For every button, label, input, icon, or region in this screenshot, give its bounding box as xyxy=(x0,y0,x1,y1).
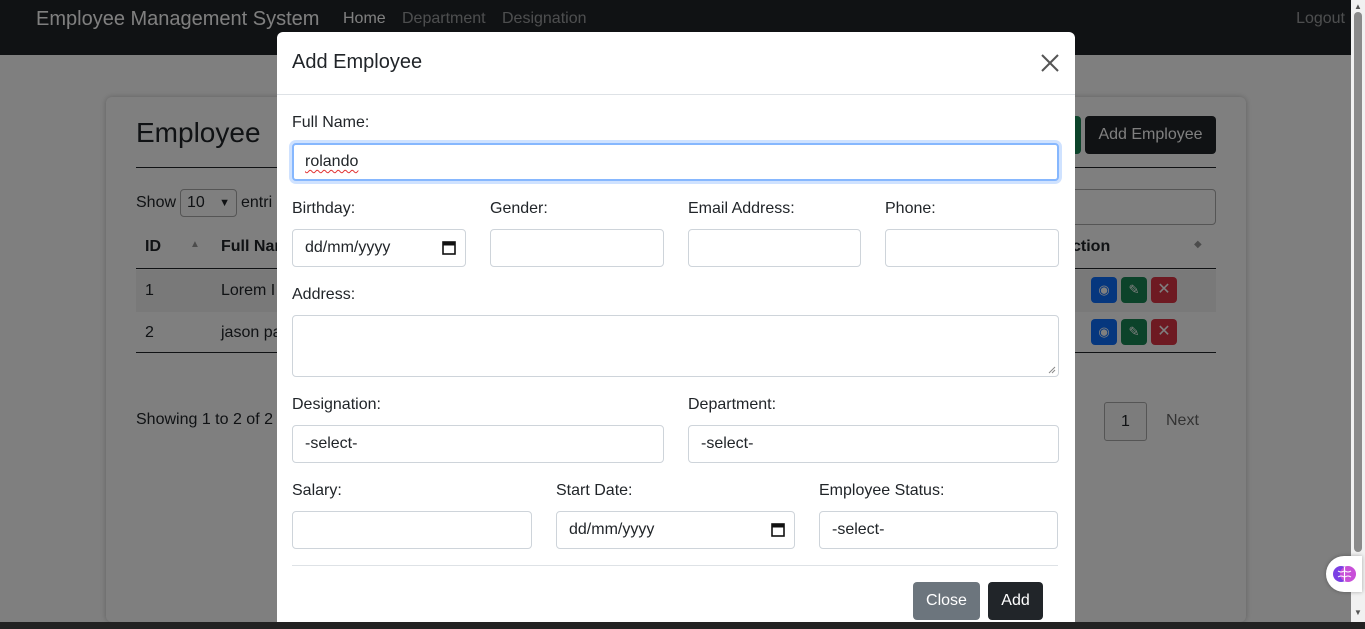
close-icon[interactable] xyxy=(1039,50,1061,76)
phone-label: Phone: xyxy=(885,200,936,217)
start-date-label: Start Date: xyxy=(556,482,633,499)
status-select[interactable]: -select- xyxy=(819,511,1058,549)
scrollbar[interactable]: ▲ ▼ xyxy=(1351,0,1365,622)
add-button[interactable]: Add xyxy=(988,582,1043,620)
brain-icon xyxy=(1333,566,1356,582)
scroll-up-icon[interactable]: ▲ xyxy=(1354,2,1362,11)
calendar-icon[interactable] xyxy=(771,522,785,537)
scrollbar-thumb[interactable] xyxy=(1354,12,1362,552)
birthday-label: Birthday: xyxy=(292,200,356,217)
start-date-value: dd/mm/yyyy xyxy=(569,521,655,538)
birthday-input[interactable]: dd/mm/yyyy xyxy=(292,229,466,267)
extension-badge[interactable] xyxy=(1326,556,1362,592)
scroll-down-icon[interactable]: ▼ xyxy=(1354,608,1362,617)
designation-select[interactable]: -select- xyxy=(292,425,664,463)
calendar-icon[interactable] xyxy=(442,240,456,255)
department-select[interactable]: -select- xyxy=(688,425,1059,463)
add-employee-modal: Add Employee Full Name: rolando Birthday… xyxy=(277,32,1075,629)
gender-input[interactable] xyxy=(490,229,664,267)
salary-input[interactable] xyxy=(292,511,532,549)
phone-field[interactable] xyxy=(885,229,1059,267)
designation-label: Designation: xyxy=(292,396,381,413)
department-value: -select- xyxy=(701,435,754,452)
full-name-label: Full Name: xyxy=(292,114,370,131)
status-value: -select- xyxy=(832,521,885,538)
gender-label: Gender: xyxy=(490,200,548,217)
modal-title: Add Employee xyxy=(292,51,423,73)
resize-handle-icon[interactable] xyxy=(1048,366,1056,374)
status-label: Employee Status: xyxy=(819,482,945,499)
email-field[interactable] xyxy=(688,229,861,267)
salary-label: Salary: xyxy=(292,482,342,499)
designation-value: -select- xyxy=(305,435,358,452)
taskbar-strip xyxy=(0,622,1365,629)
full-name-value: rolando xyxy=(305,153,359,170)
start-date-input[interactable]: dd/mm/yyyy xyxy=(556,511,795,549)
modal-header: Add Employee xyxy=(277,32,1075,95)
address-label: Address: xyxy=(292,286,356,303)
full-name-input[interactable]: rolando xyxy=(292,143,1059,181)
address-textarea[interactable] xyxy=(292,315,1059,377)
close-button[interactable]: Close xyxy=(913,582,980,620)
modal-footer-divider xyxy=(292,565,1058,566)
birthday-value: dd/mm/yyyy xyxy=(305,239,391,256)
department-label: Department: xyxy=(688,396,777,413)
email-label: Email Address: xyxy=(688,200,795,217)
